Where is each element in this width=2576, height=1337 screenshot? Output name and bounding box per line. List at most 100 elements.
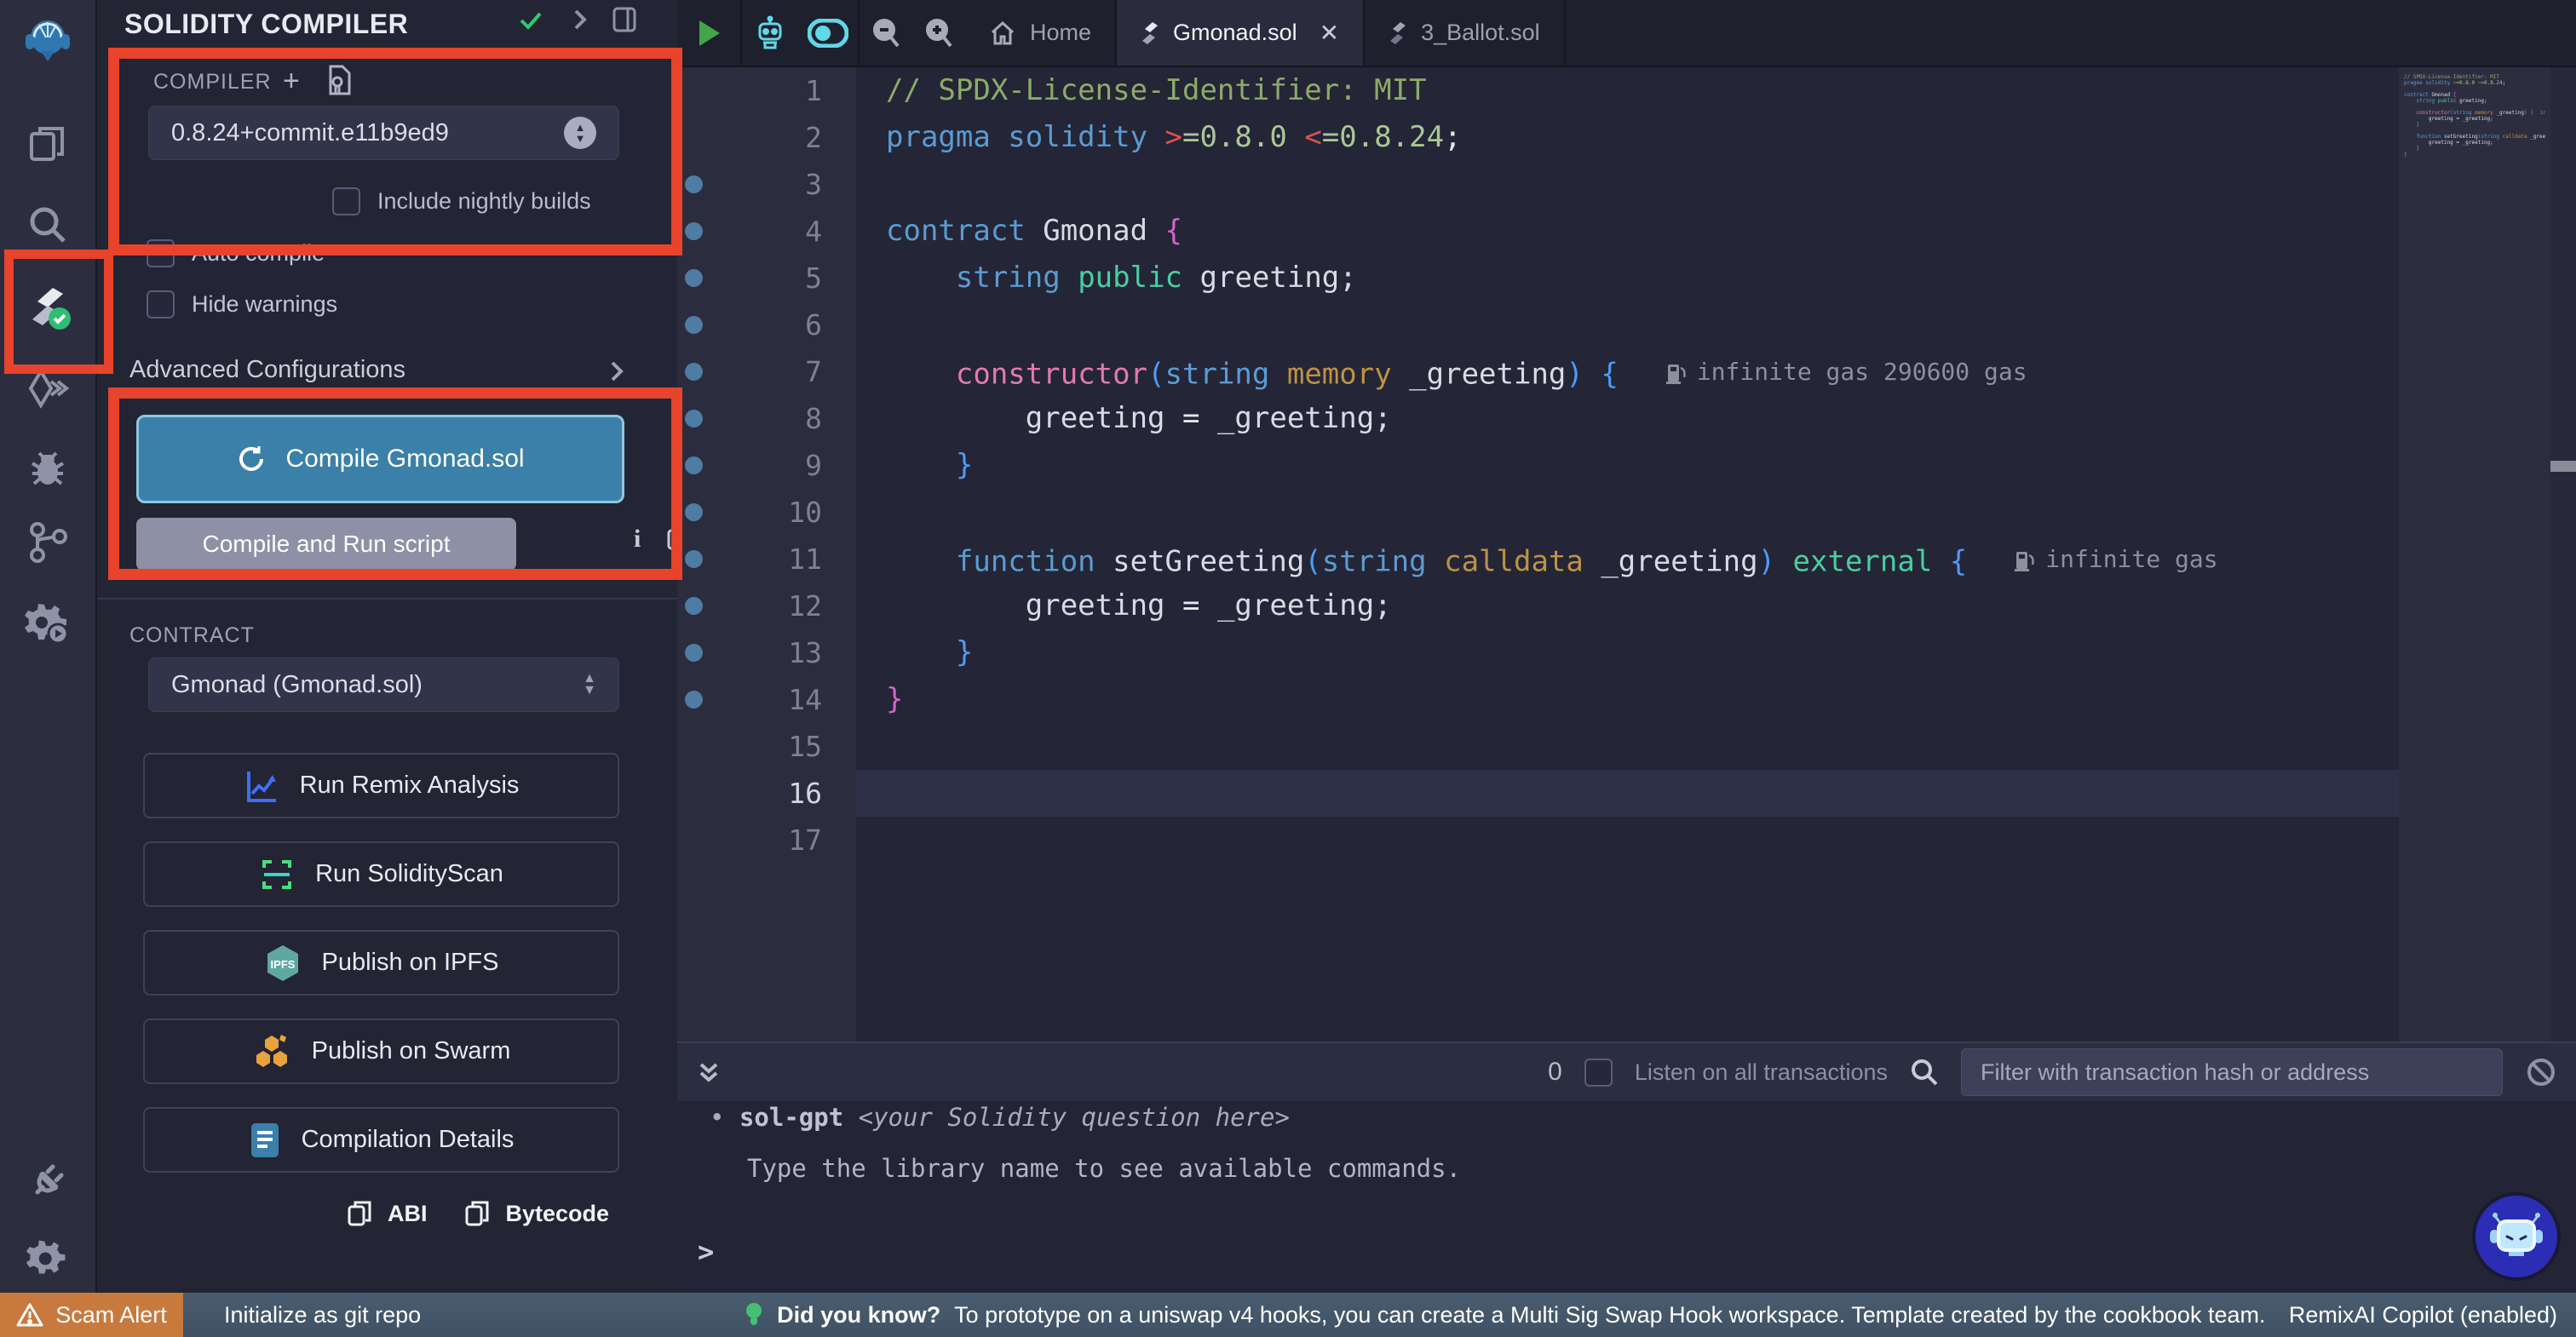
search-icon[interactable] — [0, 189, 95, 261]
close-tab-icon[interactable]: ✕ — [1320, 19, 1339, 47]
terminal-output[interactable]: • sol-gpt <your Solidity question here> … — [677, 1101, 2576, 1293]
run-script-play-button[interactable] — [677, 0, 740, 66]
code-line[interactable]: 5 string public greeting; — [677, 255, 2576, 301]
remix-ai-assistant-button[interactable] — [2472, 1192, 2561, 1281]
plugin-manager-icon[interactable] — [0, 588, 95, 659]
compile-button[interactable]: Compile Gmonad.sol — [136, 415, 624, 503]
code-line[interactable]: 6 — [677, 301, 2576, 348]
terminal-search-icon[interactable] — [1910, 1058, 1939, 1087]
zoom-out-button[interactable] — [860, 0, 912, 66]
settings-gear-icon[interactable] — [0, 1223, 95, 1294]
copy-abi-icon[interactable] — [347, 1199, 372, 1228]
tab-gmonad-sol[interactable]: Gmonad.sol ✕ — [1115, 0, 1365, 66]
copilot-status[interactable]: RemixAI Copilot (enabled) — [2289, 1302, 2557, 1328]
code-line[interactable]: 13 } — [677, 629, 2576, 676]
git-init-status[interactable]: Initialize as git repo — [224, 1302, 421, 1328]
add-compiler-icon[interactable]: + — [283, 65, 300, 98]
code-text: } — [886, 676, 903, 723]
copy-bytecode-icon[interactable] — [464, 1199, 490, 1228]
remix-logo[interactable] — [0, 5, 95, 77]
code-token: =0.8.24 — [2481, 80, 2502, 86]
gutter-dot-icon — [685, 269, 703, 287]
publish-on-ipfs-button[interactable]: IPFS Publish on IPFS — [143, 930, 619, 996]
code-line[interactable]: 17 — [677, 817, 2576, 864]
zoom-in-button[interactable] — [912, 0, 965, 66]
code-line[interactable]: 3 — [677, 161, 2576, 208]
code-token: public — [2438, 98, 2457, 104]
code-line[interactable]: 11 function setGreeting(string calldata … — [677, 536, 2576, 582]
deploy-run-icon[interactable] — [0, 353, 95, 424]
code-line[interactable]: 16 — [677, 770, 2576, 817]
include-nightly-checkbox[interactable] — [332, 187, 360, 215]
code-line[interactable]: 1 // SPDX-License-Identifier: MIT — [677, 67, 2576, 114]
line-number: 1 — [728, 67, 822, 114]
lightbulb-icon — [745, 1301, 763, 1328]
code-line[interactable]: 2pragma solidity >=0.8.0 <=0.8.24; — [677, 114, 2576, 161]
terminal-collapse-icon[interactable] — [696, 1058, 722, 1087]
pin-panel-icon[interactable] — [610, 5, 639, 34]
code-token: ( — [1147, 358, 1164, 392]
hide-warnings-checkbox[interactable] — [147, 290, 175, 318]
compilation-details-label: Compilation Details — [302, 1126, 515, 1154]
code-token: public — [1078, 261, 1182, 295]
debugger-icon[interactable] — [0, 433, 95, 504]
terminal-prompt[interactable]: > — [698, 1236, 714, 1268]
compiler-version-value: 0.8.24+commit.e11b9ed9 — [171, 119, 449, 147]
code-line[interactable]: 4contract Gmonad { — [677, 208, 2576, 255]
code-token: greeting; — [1182, 261, 1357, 295]
compile-and-run-button[interactable]: Compile and Run script — [136, 518, 516, 571]
contract-select[interactable]: Gmonad (Gmonad.sol) ▲▼ — [148, 657, 619, 712]
terminal-line: • sol-gpt <your Solidity question here> — [710, 1103, 1290, 1132]
git-icon[interactable] — [0, 506, 95, 577]
code-editor[interactable]: 1 // SPDX-License-Identifier: MIT 2pragma … — [677, 67, 2576, 1041]
home-icon — [989, 20, 1016, 47]
panel-chevron-icon[interactable] — [567, 5, 593, 34]
code-text: // SPDX-License-Identifier: MIT — [2404, 74, 2545, 80]
activity-bar — [0, 0, 97, 1293]
code-text — [2404, 164, 2545, 169]
minimap[interactable]: // SPDX-License-Identifier: MITpragma so… — [2399, 67, 2550, 1041]
code-token: Gmonad — [1026, 214, 1165, 248]
minimap-line — [2404, 104, 2545, 110]
terminal-toolbar: 0 Listen on all transactions — [677, 1041, 2576, 1101]
copilot-toggle[interactable] — [798, 0, 858, 66]
publish-on-swarm-button[interactable]: Publish on Swarm — [143, 1019, 619, 1084]
code-token: function — [956, 545, 1095, 579]
code-line[interactable]: 8 greeting = _greeting; — [677, 395, 2576, 442]
listen-transactions-checkbox[interactable] — [1584, 1059, 1613, 1087]
tab-home[interactable]: Home — [965, 0, 1115, 66]
compiler-version-select[interactable]: 0.8.24+commit.e11b9ed9 ▲▼ — [148, 106, 619, 160]
run-solidityscan-button[interactable]: Run SolidityScan — [143, 841, 619, 907]
code-line[interactable]: 9 } — [677, 442, 2576, 489]
auto-compile-checkbox[interactable] — [147, 239, 175, 267]
solidity-compiler-icon[interactable] — [0, 271, 95, 342]
tip-text: To prototype on a uniswap v4 hooks, you … — [954, 1302, 2265, 1328]
scrollbar-thumb[interactable] — [2550, 461, 2576, 472]
code-token: setGreeting — [2441, 134, 2477, 140]
plugins-plug-icon[interactable] — [0, 1141, 95, 1213]
advanced-configurations-toggle[interactable]: Advanced Configurations — [129, 356, 641, 387]
tab-gmonad-label: Gmonad.sol — [1173, 20, 1297, 46]
tab-ballot-sol[interactable]: 3_Ballot.sol — [1365, 0, 1564, 66]
code-token: string — [1165, 358, 1270, 392]
code-line[interactable]: 10 — [677, 489, 2576, 536]
compilation-details-button[interactable]: Compilation Details — [143, 1107, 619, 1173]
warning-triangle-icon — [16, 1302, 43, 1328]
bytecode-label[interactable]: Bytecode — [505, 1201, 609, 1227]
code-line[interactable]: 15 — [677, 723, 2576, 770]
code-line[interactable]: 7 constructor(string memory _greeting) {… — [677, 348, 2576, 395]
transaction-filter-input[interactable] — [1961, 1048, 2503, 1096]
info-icon[interactable]: i — [634, 525, 641, 554]
file-explorer-icon[interactable] — [0, 107, 95, 179]
code-token — [1427, 545, 1444, 579]
run-remix-analysis-button[interactable]: Run Remix Analysis — [143, 753, 619, 818]
compiler-license-icon[interactable] — [325, 65, 353, 95]
clear-console-icon[interactable] — [2525, 1056, 2557, 1088]
editor-scrollbar[interactable] — [2550, 67, 2576, 1041]
transaction-count: 0 — [1548, 1058, 1562, 1087]
abi-label[interactable]: ABI — [388, 1201, 428, 1227]
scam-alert-badge[interactable]: Scam Alert — [0, 1293, 183, 1337]
code-line[interactable]: 14} — [677, 676, 2576, 723]
code-line[interactable]: 12 greeting = _greeting; — [677, 582, 2576, 629]
ai-copilot-robot-button[interactable] — [742, 0, 798, 66]
